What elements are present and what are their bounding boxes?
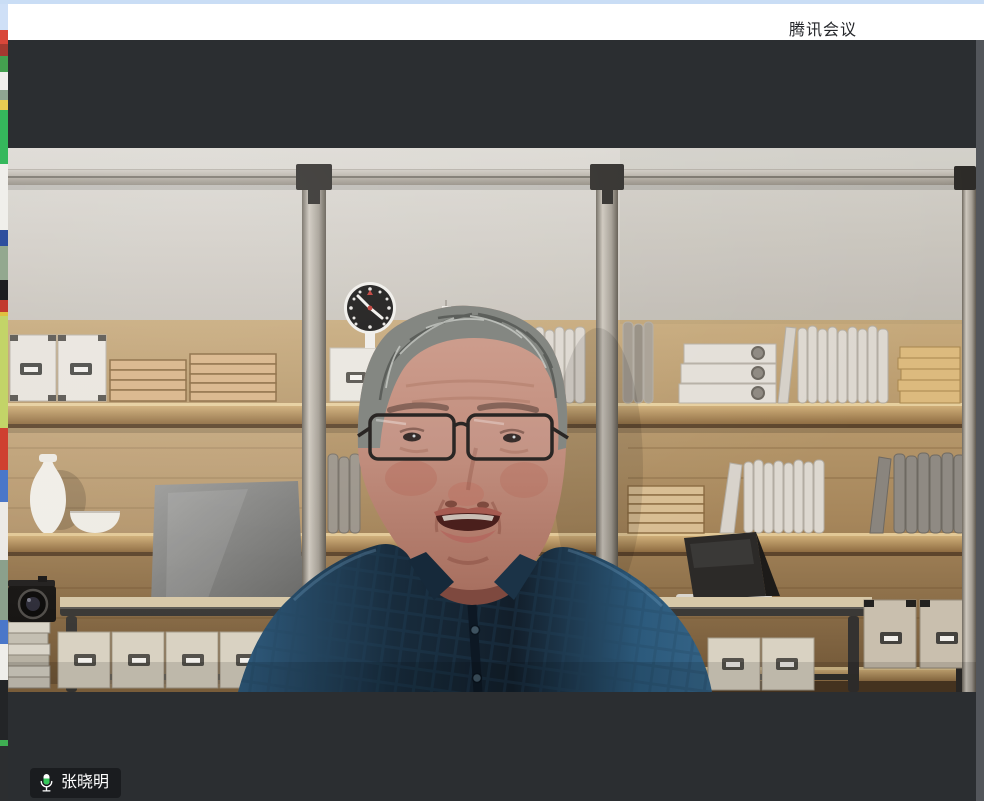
window-titlebar[interactable]: 腾讯会议: [8, 4, 984, 40]
microphone-icon: [39, 773, 54, 793]
video-scene: [8, 148, 976, 692]
participant-video-tile[interactable]: [8, 148, 976, 692]
window-title: 腾讯会议: [789, 16, 857, 40]
meeting-app-background: 张晓明: [8, 40, 976, 801]
background-window-sliver[interactable]: [0, 4, 8, 801]
participant-name-badge: 张晓明: [30, 768, 121, 798]
participant-name: 张晓明: [61, 768, 109, 798]
background-window-right-edge[interactable]: [976, 40, 984, 801]
desktop-screen: 腾讯会议: [0, 0, 984, 801]
